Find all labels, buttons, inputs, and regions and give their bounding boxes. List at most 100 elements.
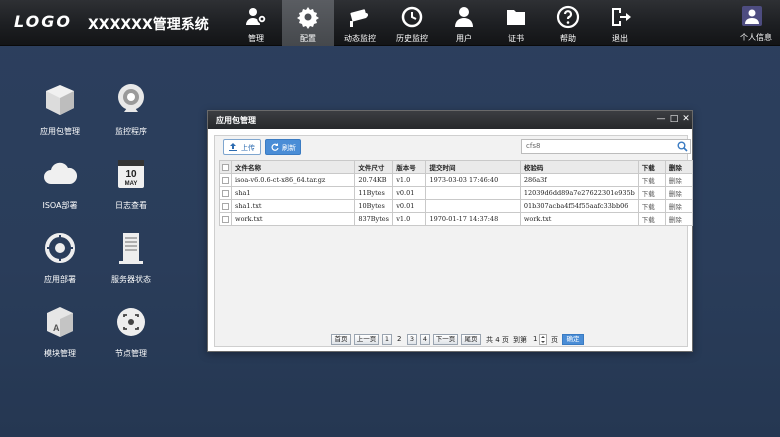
- svg-text:MAY: MAY: [125, 181, 138, 187]
- close-icon[interactable]: ✕: [681, 114, 691, 124]
- prev-page-button[interactable]: 上一页: [354, 334, 379, 345]
- user-gear-icon: [246, 8, 267, 25]
- desktop-icon-module-manager[interactable]: A 模块管理: [25, 304, 95, 364]
- cell-size: 837Bytes: [354, 212, 394, 226]
- cell-time: [425, 186, 521, 200]
- search-icon[interactable]: [677, 141, 688, 152]
- desktop-icon-isoa-deploy[interactable]: ISOA部署: [25, 156, 95, 216]
- nav-item-config[interactable]: 配置: [282, 0, 334, 46]
- desktop-icon-log-viewer[interactable]: 10 MAY 日志查看: [96, 156, 166, 216]
- goto-confirm-button[interactable]: 确定: [562, 334, 584, 345]
- nav-item-management[interactable]: 管理: [230, 0, 282, 46]
- nav-item-users[interactable]: 用户: [438, 0, 490, 46]
- row-checkbox[interactable]: [219, 186, 232, 200]
- desktop-icon-app-deploy[interactable]: 应用部署: [25, 230, 95, 290]
- user-icon: [455, 7, 473, 27]
- delete-link[interactable]: 删除: [664, 173, 694, 187]
- table-row: sha1 11Bytes v0.01 12039d6dd89a7e2762230…: [219, 186, 694, 200]
- column-header: 删除: [664, 160, 694, 174]
- row-checkbox[interactable]: [219, 212, 232, 226]
- cell-name: sha1.txt: [230, 199, 356, 213]
- cloud-icon: [44, 162, 78, 184]
- webcam-icon: [118, 84, 144, 112]
- desktop-icon-server-status[interactable]: 服务器状态: [96, 230, 166, 290]
- cell-time: 1973-03-03 17:46:40: [425, 173, 521, 187]
- page-button[interactable]: 1: [382, 334, 392, 345]
- search-input[interactable]: cfs8: [521, 139, 691, 154]
- cell-time: [425, 199, 521, 213]
- page-button-current[interactable]: 2: [397, 335, 401, 343]
- last-page-button[interactable]: 尾页: [461, 334, 481, 345]
- gear-icon: [297, 7, 319, 29]
- stepper-icon: [541, 336, 545, 343]
- top-bar: LOGO XXXXXX管理系统 管理 配置 动态监控 历史监控 用户 证书 帮助…: [0, 0, 780, 46]
- window-title-bar[interactable]: 应用包管理 — □ ✕: [208, 111, 692, 129]
- cell-version: v1.0: [392, 212, 427, 226]
- cell-size: 11Bytes: [354, 186, 394, 200]
- nav-item-certificate[interactable]: 证书: [490, 0, 542, 46]
- table-row: work.txt 837Bytes v1.0 1970-01-17 14:37:…: [219, 212, 694, 226]
- download-link[interactable]: 下载: [637, 212, 666, 226]
- column-header: 下载: [637, 160, 666, 174]
- window-title: 应用包管理: [216, 116, 256, 125]
- cell-time: 1970-01-17 14:37:48: [425, 212, 521, 226]
- download-link[interactable]: 下载: [637, 173, 666, 187]
- maximize-icon[interactable]: □: [669, 114, 679, 124]
- cell-checksum: work.txt: [519, 212, 639, 226]
- package-table: 文件名称 文件尺寸 版本号 提交时间 校验码 下载 删除 isoa-v6.0.6…: [219, 160, 694, 226]
- row-checkbox[interactable]: [219, 173, 232, 187]
- goto-page-input[interactable]: 1: [533, 335, 537, 343]
- column-header: 校验码: [519, 160, 639, 174]
- logout-icon: [612, 8, 631, 26]
- logo: LOGO: [14, 12, 72, 31]
- deploy-icon: [45, 233, 75, 263]
- nav-item-help[interactable]: 帮助: [542, 0, 594, 46]
- page-unit: 页: [551, 336, 558, 344]
- cell-name: sha1: [230, 186, 356, 200]
- nav-item-live-monitor[interactable]: 动态监控: [334, 0, 386, 46]
- calendar-icon: 10 MAY: [118, 160, 144, 188]
- upload-button[interactable]: 上传: [223, 139, 261, 155]
- avatar-icon: [742, 6, 762, 26]
- goto-label: 到第: [513, 336, 527, 344]
- delete-link[interactable]: 删除: [664, 186, 694, 200]
- nav-item-history-monitor[interactable]: 历史监控: [386, 0, 438, 46]
- desktop-icon-package-manager[interactable]: 应用包管理: [25, 82, 95, 142]
- cell-checksum: 286a3f: [519, 173, 639, 187]
- next-page-button[interactable]: 下一页: [433, 334, 458, 345]
- row-checkbox[interactable]: [219, 199, 232, 213]
- delete-link[interactable]: 删除: [664, 212, 694, 226]
- refresh-button[interactable]: 刷新: [265, 139, 301, 155]
- column-header: 文件尺寸: [354, 160, 394, 174]
- package-icon: [46, 85, 74, 115]
- camera-icon: [350, 9, 368, 27]
- minimize-icon[interactable]: —: [656, 114, 666, 124]
- cell-size: 20.74KB: [354, 173, 394, 187]
- page-button[interactable]: 4: [420, 334, 430, 345]
- delete-link[interactable]: 删除: [664, 199, 694, 213]
- profile-button[interactable]: 个人信息: [728, 0, 780, 46]
- nav-item-logout[interactable]: 退出: [594, 0, 646, 46]
- window-body: 上传 刷新 cfs8 文件名称 文件尺寸 版本号 提交时间 校验码 下载 删除 …: [214, 135, 694, 347]
- goto-page-stepper[interactable]: [539, 334, 547, 345]
- help-icon: [556, 5, 580, 29]
- table-header-row: 文件名称 文件尺寸 版本号 提交时间 校验码 下载 删除: [219, 160, 694, 174]
- desktop-icon-monitor-program[interactable]: 监控程序: [96, 82, 166, 142]
- download-link[interactable]: 下载: [637, 199, 666, 213]
- cell-name: work.txt: [230, 212, 356, 226]
- download-link[interactable]: 下载: [637, 186, 666, 200]
- upload-icon: [229, 143, 237, 151]
- cell-checksum: 12039d6dd89a7e27622301e935b: [519, 186, 639, 200]
- desktop-icon-node-manager[interactable]: 节点管理: [96, 304, 166, 364]
- page-button[interactable]: 3: [407, 334, 417, 345]
- total-pages-text: 共 4 页: [486, 336, 509, 344]
- column-header: 文件名称: [230, 160, 356, 174]
- folder-icon: [507, 10, 525, 25]
- svg-text:10: 10: [125, 169, 137, 180]
- cell-size: 10Bytes: [354, 199, 394, 213]
- table-row: isoa-v6.0.6-ct-x86_64.tar.gz 20.74KB v1.…: [219, 173, 694, 187]
- first-page-button[interactable]: 首页: [331, 334, 351, 345]
- svg-text:A: A: [53, 323, 60, 333]
- select-all-checkbox[interactable]: [219, 160, 232, 174]
- history-icon: [401, 6, 423, 28]
